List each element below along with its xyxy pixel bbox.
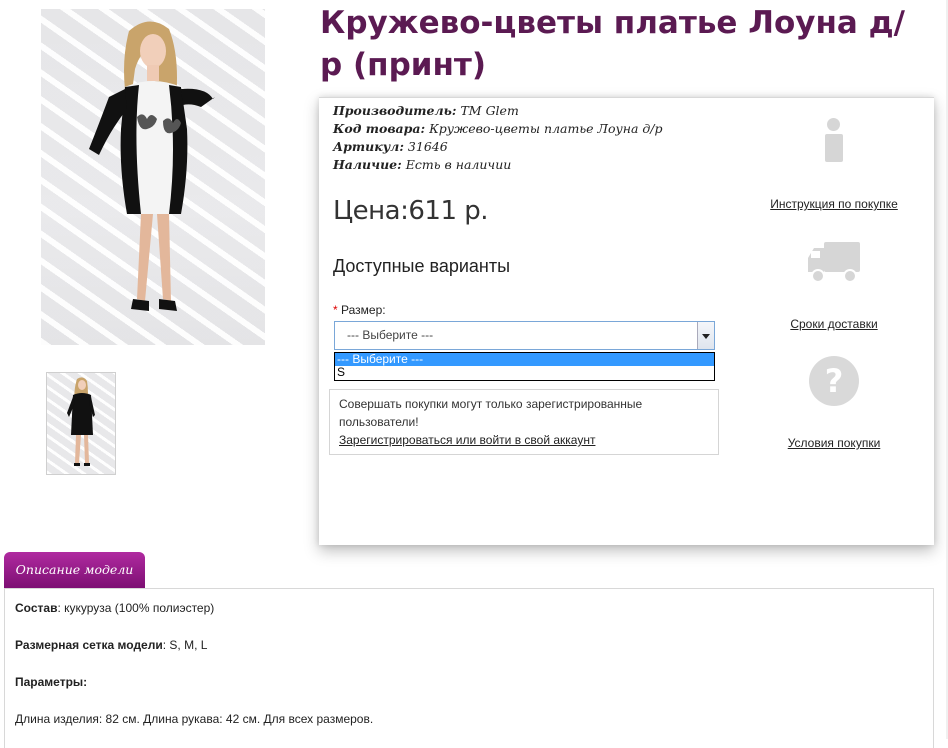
size-grid-value: : S, M, L <box>162 638 208 652</box>
size-label-text: Размер: <box>341 303 386 317</box>
sku-value: 31646 <box>407 139 448 154</box>
sku-label: Артикул: <box>333 139 404 154</box>
manufacturer-row: Производитель: ТМ Glem <box>333 102 663 120</box>
manufacturer-value[interactable]: ТМ Glem <box>460 103 518 118</box>
size-grid-line: Размерная сетка модели: S, M, L <box>15 638 207 652</box>
login-notice-text: Совершать покупки могут только зарегистр… <box>339 397 643 429</box>
composition-label: Состав <box>15 601 58 615</box>
options-heading: Доступные варианты <box>333 256 511 276</box>
lengths-line: Длина изделия: 82 см. Длина рукава: 42 с… <box>15 712 374 726</box>
purchase-instructions-link[interactable]: Инструкция по покупке <box>749 197 919 211</box>
product-info-panel: Производитель: ТМ Glem Код товара: Круже… <box>319 97 934 545</box>
chevron-down-icon[interactable] <box>697 322 714 349</box>
product-code-row: Код товара: Кружево-цветы платье Лоуна д… <box>333 120 663 138</box>
size-select-value: --- Выберите --- <box>347 328 434 342</box>
description-content: Состав: кукуруза (100% полиэстер) Размер… <box>4 588 934 748</box>
manufacturer-label: Производитель: <box>333 103 457 118</box>
availability-value: Есть в наличии <box>405 157 512 172</box>
size-label: * Размер: <box>333 303 386 317</box>
delivery-terms-block: Сроки доставки <box>749 240 919 331</box>
question-icon: ? <box>809 356 859 406</box>
availability-row: Наличие: Есть в наличии <box>333 156 663 174</box>
composition-line: Состав: кукуруза (100% полиэстер) <box>15 601 214 615</box>
product-meta: Производитель: ТМ Glem Код товара: Круже… <box>333 102 663 174</box>
product-main-image[interactable] <box>41 9 265 345</box>
parameters-label: Параметры: <box>15 675 88 689</box>
register-login-link[interactable]: Зарегистрироваться или войти в свой акка… <box>339 431 709 449</box>
product-code-value: Кружево-цветы платье Лоуна д/р <box>429 121 663 136</box>
truck-icon <box>749 240 919 291</box>
product-code-label: Код товара: <box>333 121 426 136</box>
size-option-placeholder[interactable]: --- Выберите --- <box>335 353 714 366</box>
size-grid-label: Размерная сетка модели <box>15 638 163 652</box>
size-select[interactable]: --- Выберите --- <box>334 321 715 350</box>
sku-row: Артикул: 31646 <box>333 138 663 156</box>
login-notice: Совершать покупки могут только зарегистр… <box>329 389 719 455</box>
product-price: Цена:611 р. <box>333 196 489 226</box>
purchase-instructions-block: Инструкция по покупке <box>749 118 919 211</box>
product-thumbnail[interactable] <box>46 372 116 475</box>
delivery-terms-link[interactable]: Сроки доставки <box>749 317 919 331</box>
info-icon <box>824 118 844 164</box>
size-option-s[interactable]: S <box>335 366 714 379</box>
availability-label: Наличие: <box>333 157 402 172</box>
purchase-terms-block: ? Условия покупки <box>749 356 919 450</box>
purchase-terms-link[interactable]: Условия покупки <box>749 436 919 450</box>
size-dropdown-list[interactable]: --- Выберите --- S <box>334 352 715 381</box>
parameters-line: Параметры: <box>15 675 87 689</box>
tab-description[interactable]: Описание модели <box>4 552 145 588</box>
required-mark: * <box>333 303 338 317</box>
page-title: Кружево-цветы платье Лоуна д/р (принт) <box>320 5 905 83</box>
composition-value: : кукуруза (100% полиэстер) <box>57 601 215 615</box>
